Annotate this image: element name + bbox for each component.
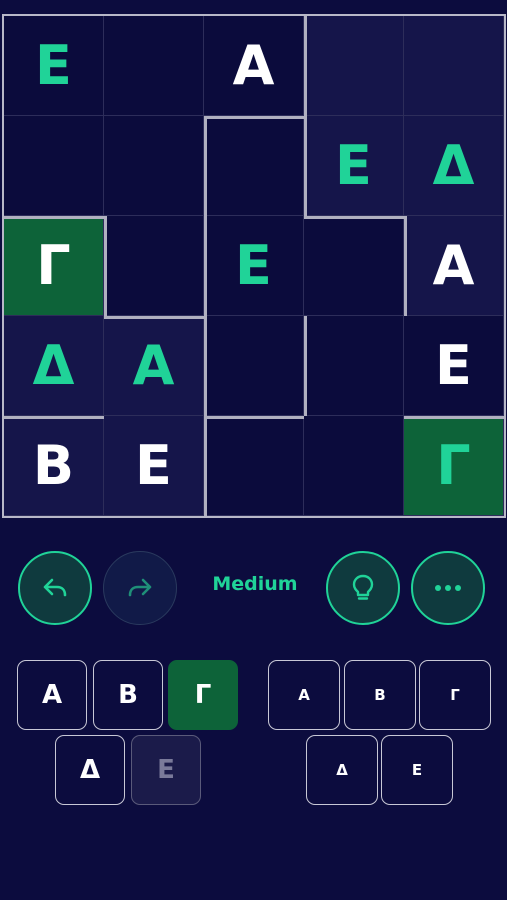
key-left-0[interactable]: A [17, 660, 87, 730]
key-left-3[interactable]: Δ [55, 735, 125, 805]
region-border [304, 316, 307, 416]
redo-button[interactable] [103, 551, 177, 625]
key-right-3[interactable]: Δ [306, 735, 378, 805]
more-options-button[interactable] [411, 551, 485, 625]
board-cell-r2-c4[interactable]: E [304, 116, 404, 216]
board-cell-r5-c3[interactable] [204, 416, 304, 516]
ellipsis-icon [435, 585, 461, 591]
board-cell-r4-c5[interactable]: E [404, 316, 504, 416]
board-cell-r3-c5[interactable]: A [404, 216, 504, 316]
board-cell-r3-c3[interactable]: E [204, 216, 304, 316]
key-left-4[interactable]: E [131, 735, 201, 805]
board-cell-r3-c2[interactable] [104, 216, 204, 316]
region-border [4, 216, 104, 219]
region-border [404, 416, 504, 419]
board-cell-r4-c4[interactable] [304, 316, 404, 416]
board-cell-r1-c1[interactable]: E [4, 16, 104, 116]
region-border [404, 216, 407, 316]
region-border [204, 116, 207, 316]
board-cell-r3-c1[interactable]: Γ [4, 216, 104, 316]
board-cell-r1-c2[interactable] [104, 16, 204, 116]
region-border [4, 416, 104, 419]
redo-arrow-icon [128, 578, 152, 597]
board-cell-r2-c3[interactable] [204, 116, 304, 216]
board-cell-r4-c2[interactable]: A [104, 316, 204, 416]
board-cell-r2-c5[interactable]: Δ [404, 116, 504, 216]
board-cell-r5-c2[interactable]: E [104, 416, 204, 516]
board-cell-r3-c4[interactable] [304, 216, 404, 316]
region-border [104, 216, 107, 316]
board-cell-r2-c2[interactable] [104, 116, 204, 216]
region-border [204, 416, 207, 516]
board-cell-r4-c1[interactable]: Δ [4, 316, 104, 416]
board-cell-r2-c1[interactable] [4, 116, 104, 216]
region-border [104, 316, 204, 319]
board-cell-r1-c3[interactable]: A [204, 16, 304, 116]
board-cell-r1-c4[interactable] [304, 16, 404, 116]
region-border [304, 16, 307, 116]
hint-button[interactable] [326, 551, 400, 625]
key-left-1[interactable]: B [93, 660, 163, 730]
board-cell-r5-c1[interactable]: B [4, 416, 104, 516]
difficulty-label: Medium [212, 573, 298, 595]
key-right-2[interactable]: Γ [419, 660, 491, 730]
key-right-4[interactable]: E [381, 735, 453, 805]
board-cell-r4-c3[interactable] [204, 316, 304, 416]
region-border [204, 316, 207, 416]
region-border [204, 416, 304, 419]
board-cell-r5-c5[interactable]: Γ [404, 416, 504, 516]
region-border [204, 116, 307, 119]
lightbulb-icon [352, 574, 374, 600]
board-cell-r5-c4[interactable] [304, 416, 404, 516]
key-right-0[interactable]: A [268, 660, 340, 730]
undo-button[interactable] [18, 551, 92, 625]
undo-arrow-icon [43, 578, 67, 597]
region-border [304, 216, 407, 219]
region-border [304, 116, 307, 216]
key-left-2[interactable]: Γ [168, 660, 238, 730]
puzzle-board: EAEΔΓEAΔAEBEΓ [2, 14, 506, 518]
key-right-1[interactable]: B [344, 660, 416, 730]
board-cell-r1-c5[interactable] [404, 16, 504, 116]
